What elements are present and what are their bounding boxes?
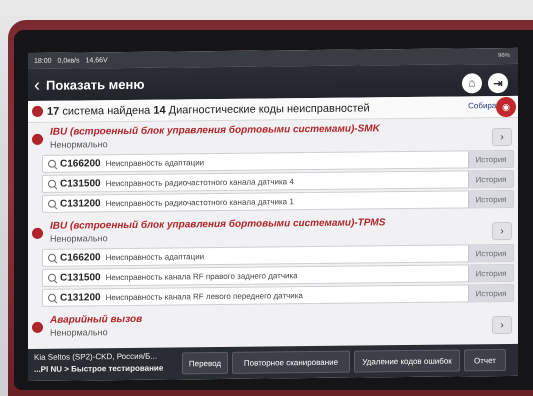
dtc-description: Неисправность адаптации <box>105 157 205 168</box>
battery-level: 96% <box>497 52 510 60</box>
dtc-code: C166200 <box>60 157 101 170</box>
system-expand-button[interactable]: › <box>492 127 512 147</box>
system-block-emergency-call: Аварийный вызов Ненормально › <box>28 308 518 343</box>
dtc-code: C131200 <box>60 197 101 210</box>
dtc-description: Неисправность радиочастотного канала дат… <box>105 176 294 188</box>
history-button[interactable]: История <box>468 190 513 208</box>
page-title: Показать меню <box>46 76 145 93</box>
dtc-code: C131200 <box>60 291 101 304</box>
system-expand-button[interactable]: › <box>492 315 512 335</box>
alert-dot-icon <box>32 105 43 117</box>
system-status: Ненормально <box>50 327 108 338</box>
rescan-button[interactable]: Повторное сканирование <box>232 350 350 374</box>
dtc-row[interactable]: C166200 Неисправность адаптации История <box>42 243 514 267</box>
chevron-right-icon: › <box>500 131 504 143</box>
vehicle-line-2: ...PI NU > Быстрое тестирование <box>34 363 164 374</box>
tablet-screen: 18:00 0,0кв/s 14,66V 96% ‹ Показать меню… <box>28 47 518 382</box>
search-icon <box>48 159 57 168</box>
systems-text: система найдена <box>62 104 151 118</box>
dtc-row[interactable]: C131500 Неисправность канала RF правого … <box>42 263 514 287</box>
dtc-row[interactable]: C131200 Неисправность радиочастотного ка… <box>42 189 514 213</box>
dtc-description: Неисправность канала RF левого переднего… <box>105 290 303 302</box>
system-status: Ненормально <box>50 233 108 244</box>
chevron-right-icon: › <box>500 225 504 237</box>
dtc-text: Диагностические коды неисправностей <box>168 101 370 117</box>
chevron-left-icon[interactable]: ‹ <box>34 75 40 95</box>
dtc-count: 14 <box>153 104 166 117</box>
systems-count: 17 <box>47 105 60 118</box>
network-speed: 0,0кв/s <box>57 56 80 65</box>
history-button[interactable]: История <box>468 150 513 168</box>
history-button[interactable]: История <box>468 244 513 262</box>
search-icon <box>48 253 57 262</box>
scan-summary: 17 система найдена 14 Диагностические ко… <box>28 95 518 123</box>
camera-icon[interactable]: ◉ <box>496 96 516 118</box>
bottom-toolbar: Kia Seltos (SP2)-CKD, Россия/Б... ...PI … <box>28 343 518 381</box>
search-icon <box>48 199 57 208</box>
alert-dot-icon <box>32 133 43 145</box>
chevron-right-icon: › <box>500 319 504 331</box>
history-button[interactable]: История <box>468 264 513 282</box>
dtc-description: Неисправность адаптации <box>105 251 205 262</box>
report-button[interactable]: Отчет <box>464 348 506 372</box>
system-name: IBU (встроенный блок управления бортовым… <box>50 123 380 138</box>
system-block-smk: IBU (встроенный блок управления бортовым… <box>28 120 518 215</box>
dtc-code: C131500 <box>60 271 101 284</box>
home-icon[interactable]: ⌂ <box>462 73 482 94</box>
system-status: Ненормально <box>50 139 108 150</box>
search-icon <box>48 179 57 188</box>
system-name: IBU (встроенный блок управления бортовым… <box>50 217 386 232</box>
dtc-code: C166200 <box>60 251 101 264</box>
clock: 18:00 <box>34 57 52 65</box>
search-icon <box>48 273 57 282</box>
history-button[interactable]: История <box>468 170 513 188</box>
alert-dot-icon <box>32 227 43 239</box>
vehicle-path: Kia Seltos (SP2)-CKD, Россия/Б... ...PI … <box>34 351 163 376</box>
dtc-description: Неисправность радиочастотного канала дат… <box>105 196 294 208</box>
battery-voltage: 14,66V <box>85 56 108 64</box>
dtc-row[interactable]: C131500 Неисправность радиочастотного ка… <box>42 169 514 193</box>
dtc-code: C131500 <box>60 177 101 190</box>
exit-icon[interactable]: ⇥ <box>488 72 508 94</box>
system-expand-button[interactable]: › <box>492 221 512 241</box>
clear-codes-button[interactable]: Удаление кодов ошибок <box>354 349 460 373</box>
translate-button[interactable]: Перевод <box>182 351 228 375</box>
dtc-row[interactable]: C166200 Неисправность адаптации История <box>42 149 514 173</box>
system-block-tpms: IBU (встроенный блок управления бортовым… <box>28 214 518 309</box>
history-button[interactable]: История <box>468 284 513 302</box>
dtc-description: Неисправность канала RF правого заднего … <box>105 270 298 282</box>
dtc-row[interactable]: C131200 Неисправность канала RF левого п… <box>42 283 514 307</box>
app-header: ‹ Показать меню ⌂ ⇥ <box>28 63 518 101</box>
system-name: Аварийный вызов <box>50 313 143 326</box>
search-icon <box>48 293 57 302</box>
alert-dot-icon <box>32 321 43 333</box>
